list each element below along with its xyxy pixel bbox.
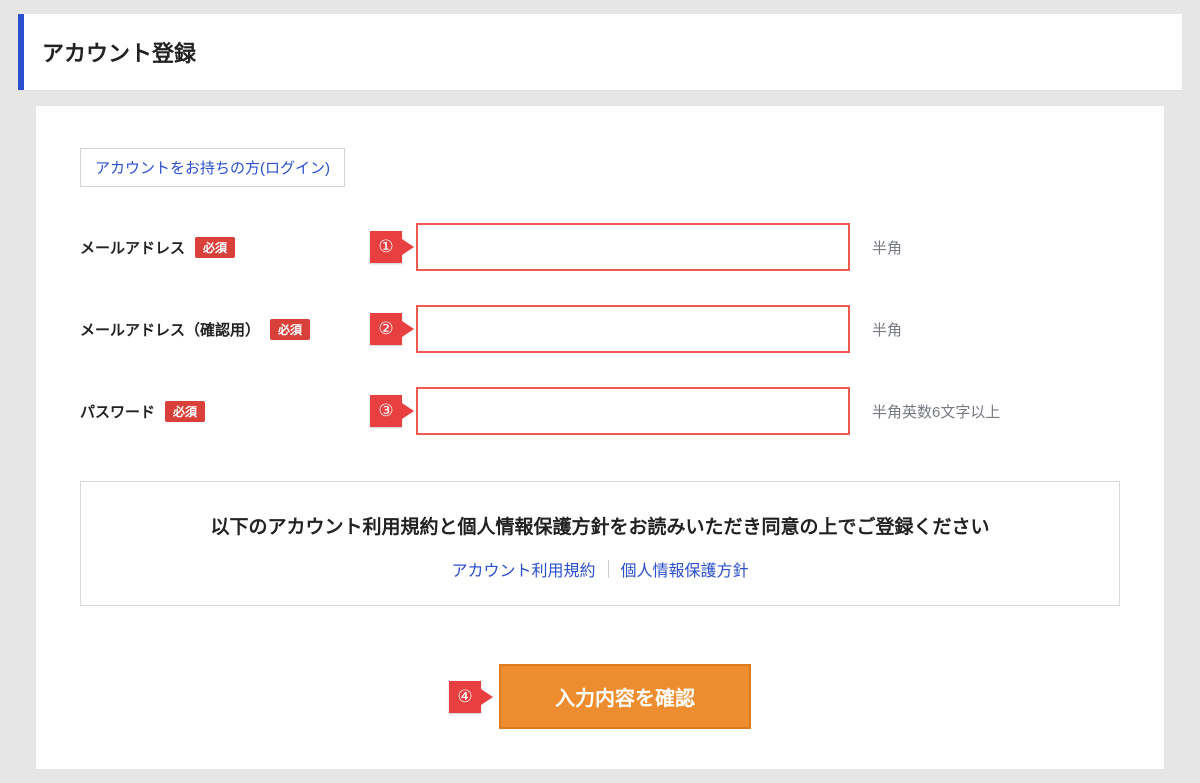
- row-password: パスワード 必須 ③ 半角英数6文字以上: [80, 387, 1120, 435]
- callout-arrow-icon: [481, 689, 493, 705]
- callout-3-number: ③: [370, 395, 402, 427]
- hint-password: 半角英数6文字以上: [872, 401, 1000, 422]
- row-email-confirm: メールアドレス（確認用） 必須 ② 半角: [80, 305, 1120, 353]
- callout-4: ④: [449, 681, 493, 713]
- terms-heading: 以下のアカウント利用規約と個人情報保護方針をお読みいただき同意の上でご登録くださ…: [101, 512, 1099, 539]
- terms-link-privacy[interactable]: 個人情報保護方針: [609, 557, 761, 581]
- page-title: アカウント登録: [42, 36, 1164, 68]
- callout-1-number: ①: [370, 231, 402, 263]
- callout-4-number: ④: [449, 681, 481, 713]
- terms-link-tos[interactable]: アカウント利用規約: [439, 557, 607, 581]
- email-input[interactable]: [416, 223, 850, 271]
- login-link[interactable]: アカウントをお持ちの方(ログイン): [80, 148, 345, 187]
- label-email: メールアドレス: [80, 237, 185, 258]
- header-panel: アカウント登録: [18, 14, 1182, 91]
- submit-row: ④ 入力内容を確認: [80, 664, 1120, 729]
- hint-email-confirm: 半角: [872, 319, 902, 340]
- callout-1: ①: [370, 231, 414, 263]
- required-badge: 必須: [270, 319, 310, 340]
- submit-button-label: 入力内容を確認: [555, 688, 695, 710]
- callout-arrow-icon: [402, 321, 414, 337]
- callout-2-number: ②: [370, 313, 402, 345]
- required-badge: 必須: [195, 237, 235, 258]
- row-email: メールアドレス 必須 ① 半角: [80, 223, 1120, 271]
- callout-3: ③: [370, 395, 414, 427]
- password-input[interactable]: [416, 387, 850, 435]
- header-divider: [18, 91, 1182, 92]
- form-panel: アカウントをお持ちの方(ログイン) メールアドレス 必須 ① 半角: [36, 106, 1164, 769]
- callout-arrow-icon: [402, 239, 414, 255]
- callout-arrow-icon: [402, 403, 414, 419]
- hint-email: 半角: [872, 237, 902, 258]
- login-link-label: アカウントをお持ちの方(ログイン): [95, 160, 330, 177]
- terms-box: 以下のアカウント利用規約と個人情報保護方針をお読みいただき同意の上でご登録くださ…: [80, 481, 1120, 606]
- callout-2: ②: [370, 313, 414, 345]
- label-email-confirm: メールアドレス（確認用）: [80, 319, 260, 340]
- submit-button[interactable]: 入力内容を確認: [499, 664, 751, 729]
- email-confirm-input[interactable]: [416, 305, 850, 353]
- required-badge: 必須: [165, 401, 205, 422]
- label-password: パスワード: [80, 401, 155, 422]
